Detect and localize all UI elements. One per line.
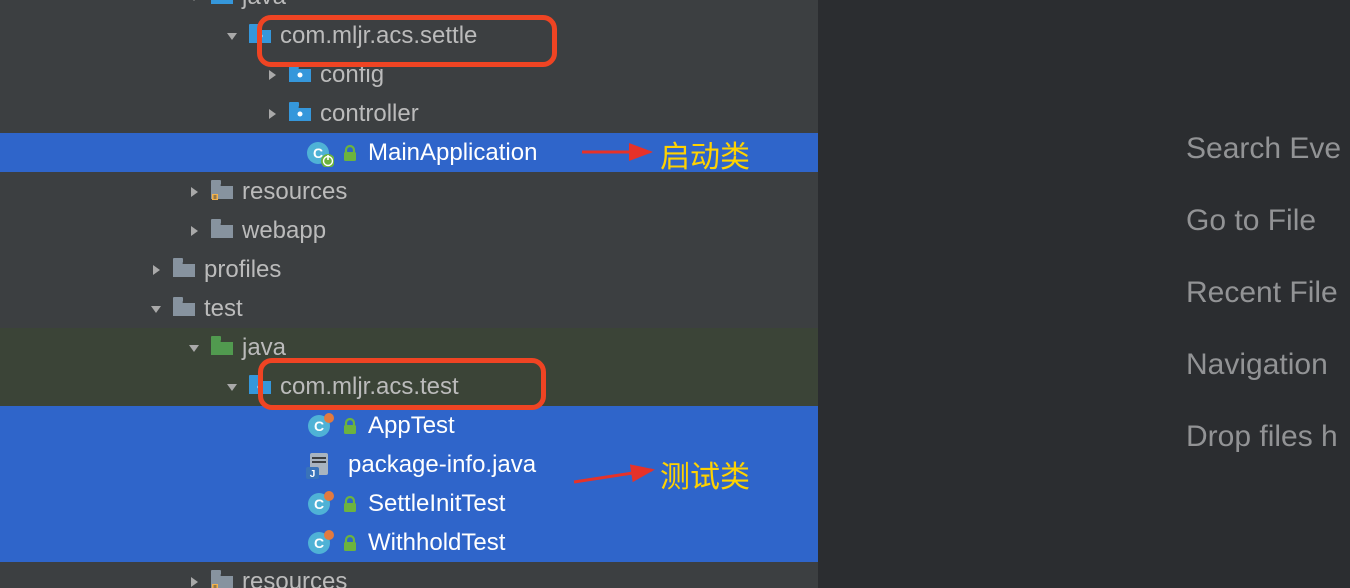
editor-empty-state: Search Eve Go to File Recent File Naviga…: [818, 0, 1350, 588]
app-root: java com.mljr.acs.settle config: [0, 0, 1350, 588]
svg-text:C: C: [314, 535, 324, 551]
tree-item-resources-test[interactable]: resources: [0, 562, 818, 588]
tree-item-profiles[interactable]: profiles: [0, 250, 818, 289]
folder-icon: [172, 297, 196, 321]
item-label: config: [320, 61, 384, 89]
item-label: AppTest: [368, 412, 455, 440]
item-label: com.mljr.acs.settle: [280, 22, 477, 50]
expand-arrow-icon[interactable]: [186, 340, 202, 356]
hint-recent-files: Recent File: [1186, 276, 1338, 310]
hint-go-to-file: Go to File: [1186, 204, 1316, 238]
tree-item-java-test[interactable]: java: [0, 328, 818, 367]
package-folder-icon: [288, 63, 312, 87]
expand-arrow-icon[interactable]: [224, 28, 240, 44]
resources-folder-icon: [210, 180, 234, 204]
item-label: controller: [320, 100, 419, 128]
class-icon: C: [306, 490, 334, 518]
item-label: com.mljr.acs.test: [280, 373, 459, 401]
hint-drop-files: Drop files h: [1186, 420, 1338, 454]
expand-arrow-icon[interactable]: [224, 379, 240, 395]
collapse-arrow-icon[interactable]: [148, 262, 164, 278]
collapse-arrow-icon[interactable]: [186, 574, 202, 588]
svg-text:C: C: [314, 496, 324, 512]
item-label: resources: [242, 178, 347, 206]
lock-icon: [342, 414, 360, 438]
collapse-arrow-icon[interactable]: [264, 106, 280, 122]
hint-navigation-bar: Navigation: [1186, 348, 1328, 382]
java-file-icon: J: [306, 451, 334, 479]
collapse-arrow-icon[interactable]: [186, 223, 202, 239]
item-label: webapp: [242, 217, 326, 245]
folder-icon: [172, 258, 196, 282]
lock-icon: [342, 141, 360, 165]
tree-item-withhold[interactable]: C WithholdTest: [0, 523, 818, 562]
tree-item-test[interactable]: test: [0, 289, 818, 328]
item-label: java: [242, 0, 286, 11]
expand-arrow-icon[interactable]: [148, 301, 164, 317]
item-label: SettleInitTest: [368, 490, 505, 518]
item-label: java: [242, 334, 286, 362]
tree-item-package-test[interactable]: com.mljr.acs.test: [0, 367, 818, 406]
tree-item-apptest[interactable]: C AppTest: [0, 406, 818, 445]
class-icon: C: [306, 412, 334, 440]
svg-text:J: J: [310, 469, 316, 479]
resources-folder-icon: [210, 570, 234, 588]
collapse-arrow-icon[interactable]: [264, 67, 280, 83]
hint-search-everywhere: Search Eve: [1186, 132, 1341, 166]
lock-icon: [342, 492, 360, 516]
item-label: package-info.java: [348, 451, 536, 479]
tree-item-webapp[interactable]: webapp: [0, 211, 818, 250]
tree-item-settleinit[interactable]: C SettleInitTest: [0, 484, 818, 523]
project-tree[interactable]: java com.mljr.acs.settle config: [0, 0, 818, 588]
tree-item-resources-main[interactable]: resources: [0, 172, 818, 211]
folder-icon: [210, 219, 234, 243]
package-folder-icon: [288, 102, 312, 126]
tree-item-package-info[interactable]: J package-info.java: [0, 445, 818, 484]
spring-boot-class-icon: C: [306, 139, 334, 167]
collapse-arrow-icon[interactable]: [186, 184, 202, 200]
item-label: profiles: [204, 256, 281, 284]
item-label: test: [204, 295, 243, 323]
item-label: WithholdTest: [368, 529, 505, 557]
package-folder-icon: [248, 24, 272, 48]
expand-arrow-icon[interactable]: [186, 0, 202, 5]
tree-item-config[interactable]: config: [0, 55, 818, 94]
item-label: resources: [242, 568, 347, 588]
item-label: MainApplication: [368, 139, 537, 167]
tree-row-partial: java: [0, 0, 818, 16]
svg-text:C: C: [314, 418, 324, 434]
tree-item-main-application[interactable]: C MainApplication: [0, 133, 818, 172]
class-icon: C: [306, 529, 334, 557]
package-folder-icon: [248, 375, 272, 399]
lock-icon: [342, 531, 360, 555]
test-source-folder-icon: [210, 336, 234, 360]
tree-item-controller[interactable]: controller: [0, 94, 818, 133]
source-folder-icon: [210, 0, 234, 9]
tree-item-package-settle[interactable]: com.mljr.acs.settle: [0, 16, 818, 55]
